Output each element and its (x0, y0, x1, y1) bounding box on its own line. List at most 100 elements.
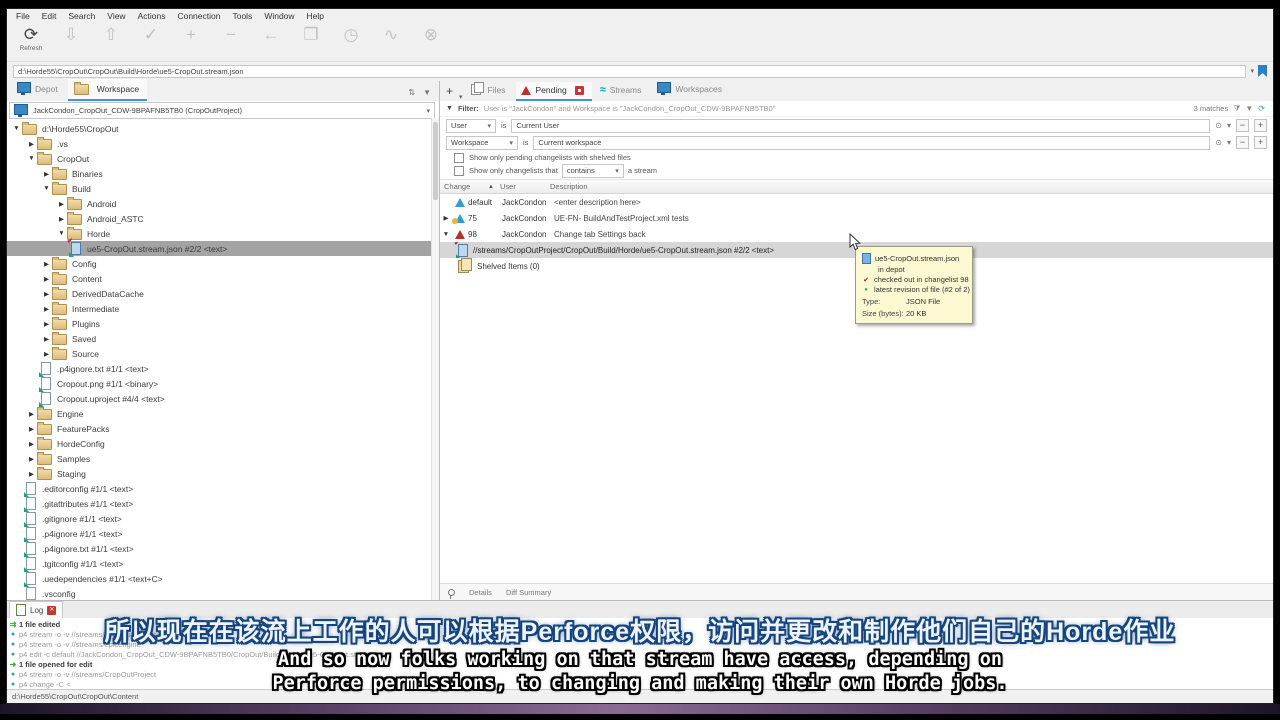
menu-help[interactable]: Help (302, 10, 329, 22)
tree-file[interactable]: .vsconfig (7, 586, 439, 600)
expander-icon[interactable]: ▶ (26, 440, 37, 448)
menu-actions[interactable]: Actions (133, 10, 171, 22)
clear-filter-icon[interactable]: ▼ (1245, 104, 1253, 113)
tree-file[interactable]: .tgitconfig #1/1 <text> (7, 556, 439, 571)
menu-tools[interactable]: Tools (227, 10, 257, 22)
tree-file[interactable]: .gitattributes #1/1 <text> (7, 496, 439, 511)
tree-folder[interactable]: ▶Binaries (7, 166, 439, 181)
submit-button[interactable]: ⇧ (91, 23, 131, 53)
menu-edit[interactable]: Edit (37, 10, 62, 22)
expander-icon[interactable]: ▶ (41, 320, 52, 328)
expander-icon[interactable]: ▶ (41, 170, 52, 178)
get-latest-button[interactable]: ⇩ (51, 23, 91, 53)
tree-folder[interactable]: ▶Saved (7, 331, 439, 346)
refresh-filter-icon[interactable]: ⟳ (1258, 104, 1265, 113)
changelist-header[interactable]: Change ▲ User Description (440, 179, 1273, 194)
column-description[interactable]: Description (550, 182, 588, 191)
tree-folder[interactable]: ▶Engine (7, 406, 439, 421)
expander-icon[interactable]: ▶ (41, 275, 52, 283)
stream-graph-button[interactable]: ⊗ (411, 23, 451, 53)
expander-icon[interactable]: ▶ (56, 215, 67, 223)
stream-condition-select[interactable]: contains ▾ (562, 164, 624, 178)
tree-folder[interactable]: ▼d:\Horde55\CropOut (7, 121, 439, 136)
changelist-row[interactable]: defaultJackCondon<enter description here… (440, 194, 1273, 210)
pin-icon[interactable] (448, 589, 455, 596)
target-icon[interactable]: ⊙ (1215, 121, 1222, 130)
tree-folder[interactable]: ▶Config (7, 256, 439, 271)
revert-button[interactable]: ← (251, 23, 291, 53)
expander-icon[interactable]: ▼ (440, 231, 452, 238)
filter-field-select-user[interactable]: User ▾ (446, 119, 496, 133)
add-filter-button[interactable]: + (1254, 119, 1267, 132)
expander-icon[interactable]: ▼ (26, 155, 37, 162)
tree-folder[interactable]: ▶Android (7, 196, 439, 211)
filter-label[interactable]: Filter: (458, 104, 479, 113)
tree-file[interactable]: Cropout.uproject #4/4 <text> (7, 391, 439, 406)
expander-icon[interactable]: ▶ (26, 470, 37, 478)
new-tab-chevron-icon[interactable]: ▾ (459, 93, 463, 101)
tab-streams[interactable]: ≈ Streams (595, 82, 650, 101)
tab-pending[interactable]: Pending (516, 82, 591, 101)
remove-filter-button[interactable]: − (1236, 119, 1249, 132)
tab-workspace[interactable]: Workspace (68, 79, 147, 101)
checkbox-stream[interactable] (454, 166, 464, 176)
bookmark-icon[interactable] (1258, 65, 1267, 77)
tree-folder[interactable]: ▶Intermediate (7, 301, 439, 316)
menu-window[interactable]: Window (259, 10, 299, 22)
expander-icon[interactable]: ▼ (11, 125, 22, 132)
tree-folder[interactable]: ▶Android_ASTC (7, 211, 439, 226)
expander-icon[interactable]: ▶ (440, 214, 452, 222)
menu-view[interactable]: View (102, 10, 130, 22)
tree-folder[interactable]: ▼Build (7, 181, 439, 196)
filter-field-select-workspace[interactable]: Workspace ▾ (446, 136, 518, 150)
timelapse-button[interactable]: ◷ (331, 23, 371, 53)
tree-folder[interactable]: ▶Staging (7, 466, 439, 481)
filter-workspace-input[interactable]: Current workspace (533, 136, 1210, 150)
address-dropdown-icon[interactable]: ▾ (1250, 67, 1254, 75)
menu-search[interactable]: Search (63, 10, 100, 22)
changelist-row[interactable]: ▶75JackCondonUE-FN- BuildAndTestProject.… (440, 210, 1273, 226)
tree-folder[interactable]: ▼CropOut (7, 151, 439, 166)
tree-file[interactable]: .p4ignore.txt #1/1 <text> (7, 361, 439, 376)
expander-icon[interactable]: ▶ (26, 410, 37, 418)
menu-file[interactable]: File (11, 10, 35, 22)
tree-file[interactable]: Cropout.png #1/1 <binary> (7, 376, 439, 391)
tab-diff-summary[interactable]: Diff Summary (506, 588, 551, 597)
workspace-selector[interactable]: JackCondon_CropOut_CDW-9BPAFNB5TB0 (Crop… (9, 102, 435, 119)
expander-icon[interactable]: ▶ (41, 290, 52, 298)
refresh-button[interactable]: ⟳Refresh (11, 23, 51, 53)
expander-icon[interactable]: ▶ (56, 200, 67, 208)
diff-button[interactable]: ❐ (291, 23, 331, 53)
apply-filter-icon[interactable]: ⧩ (1233, 104, 1240, 114)
tab-depot[interactable]: Depot (11, 79, 66, 101)
tree-folder[interactable]: ▶FeaturePacks (7, 421, 439, 436)
delete-button[interactable]: − (211, 23, 251, 53)
tree-file[interactable]: .uedependencies #1/1 <text+C> (7, 571, 439, 586)
tab-files[interactable]: Files (466, 81, 514, 101)
expander-icon[interactable]: ▼ (41, 185, 52, 192)
add-filter-button[interactable]: + (1254, 136, 1267, 149)
tree-file[interactable]: .p4ignore.txt #1/1 <text> (7, 541, 439, 556)
address-bar[interactable]: d:\Horde55\CropOut\CropOut\Build\Horde\u… (13, 65, 1246, 78)
expander-icon[interactable]: ▶ (26, 455, 37, 463)
expander-icon[interactable]: ▶ (41, 260, 52, 268)
filter-user-input[interactable]: Current User (511, 119, 1210, 133)
checkbox-shelved[interactable] (454, 153, 464, 163)
expander-icon[interactable]: ▶ (41, 350, 52, 358)
expander-icon[interactable]: ▶ (26, 140, 37, 148)
new-tab-button[interactable]: + (446, 84, 456, 101)
target-icon[interactable]: ⊙ (1215, 138, 1222, 147)
tree-folder[interactable]: ▶Content (7, 271, 439, 286)
column-user[interactable]: User (500, 182, 550, 191)
tab-workspaces[interactable]: Workspaces (652, 79, 730, 101)
tree-file[interactable]: .p4ignore #1/1 <text> (7, 526, 439, 541)
add-button[interactable]: + (171, 23, 211, 53)
expander-icon[interactable]: ▶ (41, 335, 52, 343)
tree-folder[interactable]: ▶Source (7, 346, 439, 361)
menu-connection[interactable]: Connection (172, 10, 225, 22)
chevron-down-icon[interactable]: ▾ (1227, 121, 1231, 130)
tree-folder[interactable]: ▶Plugins (7, 316, 439, 331)
tree-folder[interactable]: ▶Samples (7, 451, 439, 466)
column-change[interactable]: Change (440, 182, 488, 191)
tree-scrollbar[interactable] (431, 118, 439, 600)
